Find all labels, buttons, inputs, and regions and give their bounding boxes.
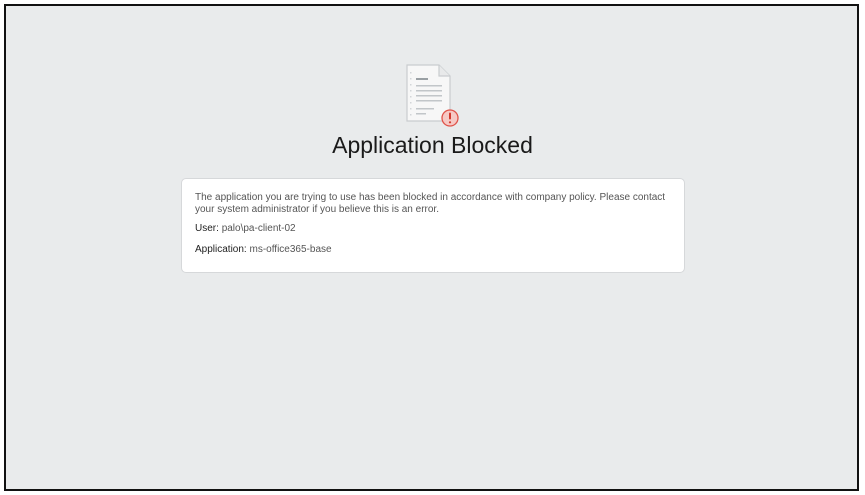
page-title: Application Blocked bbox=[332, 132, 533, 158]
application-value: ms-office365-base bbox=[249, 244, 332, 255]
blocked-info-card: The application you are trying to use ha… bbox=[181, 178, 685, 273]
user-value: palo\pa-client-02 bbox=[221, 223, 296, 234]
application-label: Application: bbox=[195, 244, 247, 255]
user-label: User: bbox=[195, 223, 219, 234]
application-row: Application: ms-office365-base bbox=[195, 244, 671, 256]
document-warning-icon bbox=[403, 64, 463, 128]
blocked-message: The application you are trying to use ha… bbox=[195, 192, 666, 215]
user-row: User: palo\pa-client-02 bbox=[195, 223, 671, 235]
